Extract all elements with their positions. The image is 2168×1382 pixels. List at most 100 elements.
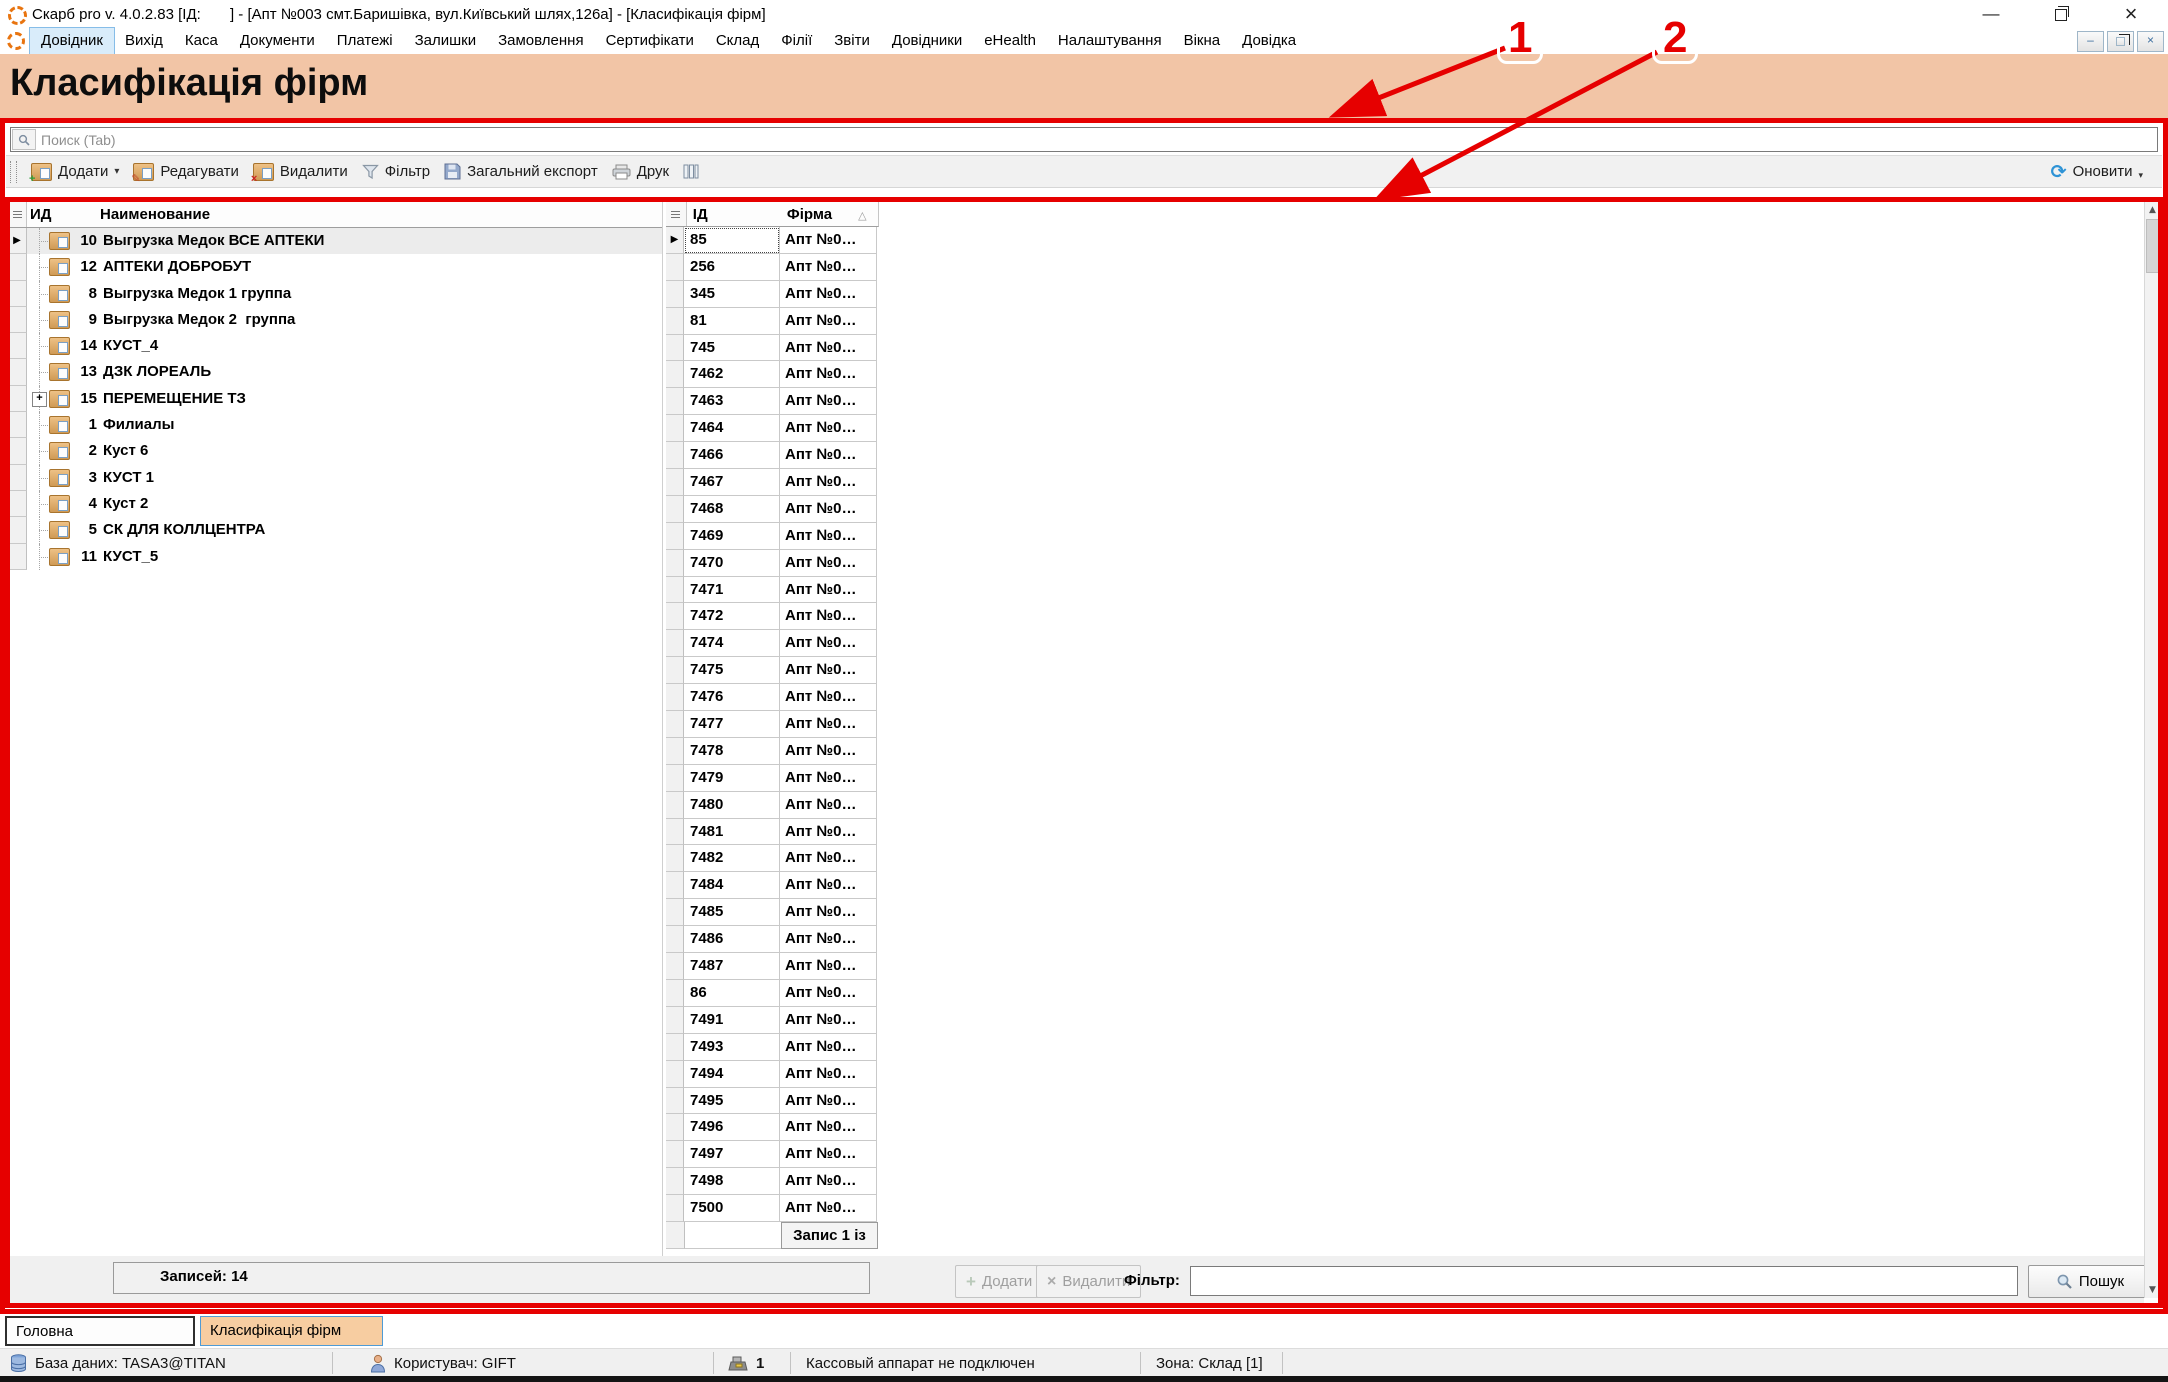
menu-item-2[interactable]: Вихід xyxy=(114,28,174,54)
menu-item-11[interactable]: Звіти xyxy=(823,28,881,54)
tree-row[interactable]: 3 КУСТ 1 xyxy=(8,464,662,491)
row-marker-cell xyxy=(8,359,27,386)
table-row[interactable]: 345 Апт №0… xyxy=(666,280,879,308)
table-row[interactable]: 7464 Апт №0… xyxy=(666,415,879,443)
table-row[interactable]: 7498 Апт №0… xyxy=(666,1168,879,1196)
tree-col-name[interactable]: Наименование xyxy=(100,206,210,223)
tree-col-id[interactable]: ИД xyxy=(27,206,100,223)
table-row[interactable]: 7495 Апт №0… xyxy=(666,1087,879,1115)
mdi-restore-button[interactable] xyxy=(2107,31,2134,52)
menu-item-13[interactable]: eHealth xyxy=(973,28,1047,54)
menu-item-8[interactable]: Сертифікати xyxy=(595,28,705,54)
add-button[interactable]: + Додати ▾ xyxy=(24,161,126,184)
table-row[interactable]: 7484 Апт №0… xyxy=(666,872,879,900)
menu-item-4[interactable]: Документи xyxy=(229,28,326,54)
grid-col-id[interactable]: ІД xyxy=(687,206,782,223)
menu-item-3[interactable]: Каса xyxy=(174,28,229,54)
tree-row[interactable]: 8 Выгрузка Медок 1 группа xyxy=(8,280,662,307)
table-row[interactable]: 7463 Апт №0… xyxy=(666,388,879,416)
table-row[interactable]: 81 Апт №0… xyxy=(666,307,879,335)
window-restore-button[interactable] xyxy=(2030,0,2092,28)
filter-button[interactable]: Фільтр xyxy=(355,161,437,182)
tree-row[interactable]: 14 КУСТ_4 xyxy=(8,333,662,360)
window-minimize-button[interactable]: — xyxy=(1960,0,2022,28)
refresh-button[interactable]: ⟳ Оновити ▾ xyxy=(2044,159,2150,185)
menu-item-7[interactable]: Замовлення xyxy=(487,28,594,54)
mdi-minimize-button[interactable]: – xyxy=(2077,31,2104,52)
window-close-button[interactable]: × xyxy=(2100,0,2162,28)
tree-row[interactable]: 1 Филиалы xyxy=(8,412,662,439)
menu-item-6[interactable]: Залишки xyxy=(404,28,488,54)
table-row[interactable]: 7493 Апт №0… xyxy=(666,1033,879,1061)
table-row[interactable]: 745 Апт №0… xyxy=(666,334,879,362)
table-row[interactable]: 7500 Апт №0… xyxy=(666,1195,879,1222)
menu-item-16[interactable]: Довідка xyxy=(1231,28,1307,54)
database-icon xyxy=(10,1353,27,1373)
table-row[interactable]: 7481 Апт №0… xyxy=(666,818,879,846)
table-row[interactable]: 7471 Апт №0… xyxy=(666,576,879,604)
tab-home[interactable]: Головна xyxy=(5,1316,195,1346)
table-row[interactable]: 86 Апт №0… xyxy=(666,979,879,1007)
tree-row[interactable]: 4 Куст 2 xyxy=(8,490,662,518)
menu-item-14[interactable]: Налаштування xyxy=(1047,28,1173,54)
menu-item-5[interactable]: Платежі xyxy=(326,28,404,54)
row-marker-cell xyxy=(666,1114,684,1142)
table-row[interactable]: 7477 Апт №0… xyxy=(666,711,879,738)
table-row[interactable]: 7472 Апт №0… xyxy=(666,603,879,631)
tab-classification[interactable]: Класифікація фірм xyxy=(200,1316,383,1346)
columns-button[interactable] xyxy=(676,162,706,181)
mdi-close-button[interactable]: × xyxy=(2137,31,2164,52)
menu-item-1[interactable]: Довідник xyxy=(29,27,115,55)
table-row[interactable]: 7497 Апт №0… xyxy=(666,1141,879,1169)
tree-row[interactable]: +15 ПЕРЕМЕЩЕНИЕ ТЗ xyxy=(8,385,662,413)
edit-button[interactable]: ✎ Редагувати xyxy=(126,161,246,184)
menu-item-10[interactable]: Філії xyxy=(770,28,823,54)
table-row[interactable]: 7468 Апт №0… xyxy=(666,495,879,523)
tree-row[interactable]: 12 АПТЕКИ ДОБРОБУТ xyxy=(8,254,662,281)
table-row[interactable]: 7478 Апт №0… xyxy=(666,737,879,765)
tree-row[interactable]: 2 Куст 6 xyxy=(8,438,662,465)
row-marker-cell xyxy=(8,490,27,518)
table-row[interactable]: 7482 Апт №0… xyxy=(666,845,879,873)
tree-row[interactable]: ▶ 10 Выгрузка Медок ВСЕ АПТЕКИ xyxy=(8,228,662,255)
table-row[interactable]: ▶ 85 Апт №0… xyxy=(666,227,879,254)
export-button[interactable]: Загальний експорт xyxy=(437,161,605,182)
grid-col-firm[interactable]: Фірма △ xyxy=(782,206,878,223)
table-row[interactable]: 7496 Апт №0… xyxy=(666,1114,879,1142)
table-row[interactable]: 7479 Апт №0… xyxy=(666,764,879,792)
print-button[interactable]: Друк xyxy=(605,161,676,182)
tree-row[interactable]: 13 ДЗК ЛОРЕАЛЬ xyxy=(8,359,662,386)
table-row[interactable]: 7491 Апт №0… xyxy=(666,1006,879,1034)
table-row[interactable]: 7487 Апт №0… xyxy=(666,953,879,980)
scroll-down-arrow[interactable]: ▼ xyxy=(2145,1282,2160,1298)
cell-firm: Апт №0… xyxy=(780,737,877,765)
scroll-up-arrow[interactable]: ▲ xyxy=(2145,202,2160,218)
tree-row[interactable]: 9 Выгрузка Медок 2 группа xyxy=(8,306,662,334)
table-row[interactable]: 7486 Апт №0… xyxy=(666,926,879,954)
cell-id: 7472 xyxy=(684,603,780,631)
table-row[interactable]: 7470 Апт №0… xyxy=(666,549,879,577)
filter-input[interactable] xyxy=(1190,1266,2018,1296)
tree-expander[interactable]: + xyxy=(32,391,47,407)
table-row[interactable]: 7476 Апт №0… xyxy=(666,684,879,712)
delete-button[interactable]: × Видалити xyxy=(246,161,355,184)
menu-item-15[interactable]: Вікна xyxy=(1173,28,1232,54)
table-row[interactable]: 7466 Апт №0… xyxy=(666,442,879,470)
menu-item-12[interactable]: Довідники xyxy=(881,28,973,54)
tree-row[interactable]: 11 КУСТ_5 xyxy=(8,543,662,570)
search-input[interactable] xyxy=(37,130,2157,149)
table-row[interactable]: 7462 Апт №0… xyxy=(666,361,879,389)
vertical-scrollbar[interactable]: ▲ ▼ xyxy=(2144,202,2160,1298)
search-button[interactable]: Пошук xyxy=(2028,1265,2152,1298)
table-row[interactable]: 7494 Апт №0… xyxy=(666,1060,879,1088)
table-row[interactable]: 7480 Апт №0… xyxy=(666,791,879,819)
menu-item-9[interactable]: Склад xyxy=(705,28,770,54)
table-row[interactable]: 7469 Апт №0… xyxy=(666,522,879,550)
table-row[interactable]: 7485 Апт №0… xyxy=(666,899,879,927)
tree-row[interactable]: 5 СК ДЛЯ КОЛЛЦЕНТРА xyxy=(8,517,662,544)
table-row[interactable]: 7474 Апт №0… xyxy=(666,630,879,658)
table-row[interactable]: 256 Апт №0… xyxy=(666,253,879,281)
table-row[interactable]: 7475 Апт №0… xyxy=(666,657,879,685)
scrollbar-thumb[interactable] xyxy=(2146,219,2160,273)
table-row[interactable]: 7467 Апт №0… xyxy=(666,469,879,496)
